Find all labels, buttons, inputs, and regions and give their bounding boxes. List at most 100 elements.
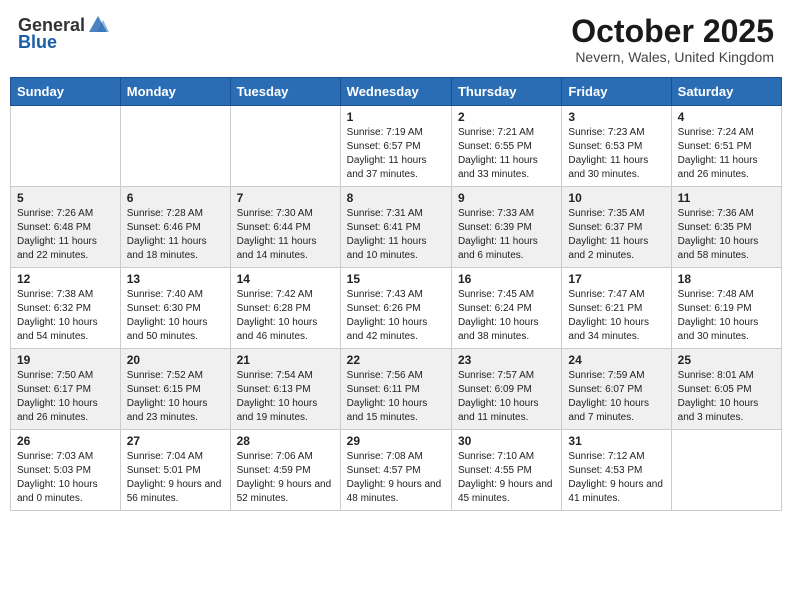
day-info: Sunrise: 7:35 AM Sunset: 6:37 PM Dayligh… xyxy=(568,207,664,263)
calendar-day-22: 22 Sunrise: 7:56 AM Sunset: 6:11 PM Dayli… xyxy=(340,349,451,430)
day-info: Sunrise: 7:21 AM Sunset: 6:55 PM Dayligh… xyxy=(458,126,555,182)
calendar-day-10: 10Sunrise: 7:35 AM Sunset: 6:37 PM Dayli… xyxy=(562,187,671,268)
day-info: Sunrise: 7:12 AM Sunset: 4:53 PM Dayligh… xyxy=(568,450,664,506)
day-number: 21 xyxy=(237,353,334,367)
calendar-day-31: 31 Sunrise: 7:12 AM Sunset: 4:53 PM Dayli… xyxy=(562,430,671,511)
day-info: Sunrise: 7:26 AM Sunset: 6:48 PM Dayligh… xyxy=(17,207,114,263)
col-header-friday: Friday xyxy=(562,78,671,106)
calendar-day-7: 7Sunrise: 7:30 AM Sunset: 6:44 PM Daylig… xyxy=(230,187,340,268)
calendar-day-24: 24 Sunrise: 7:59 AM Sunset: 6:07 PM Dayli… xyxy=(562,349,671,430)
calendar-day-11: 11Sunrise: 7:36 AM Sunset: 6:35 PM Dayli… xyxy=(671,187,781,268)
location: Nevern, Wales, United Kingdom xyxy=(571,49,774,65)
day-number: 9 xyxy=(458,191,555,205)
day-info: Sunrise: 7:10 AM Sunset: 4:55 PM Dayligh… xyxy=(458,450,555,506)
day-number: 4 xyxy=(678,110,775,124)
calendar-day-17: 17 Sunrise: 7:47 AM Sunset: 6:21 PM Dayli… xyxy=(562,268,671,349)
calendar-day-19: 19 Sunrise: 7:50 AM Sunset: 6:17 PM Dayli… xyxy=(11,349,121,430)
calendar-day-2: 2 Sunrise: 7:21 AM Sunset: 6:55 PM Daylig… xyxy=(451,106,561,187)
day-info: Sunrise: 7:56 AM Sunset: 6:11 PM Dayligh… xyxy=(347,369,445,425)
calendar-day-15: 15Sunrise: 7:43 AM Sunset: 6:26 PM Dayli… xyxy=(340,268,451,349)
day-info: Sunrise: 7:45 AM Sunset: 6:24 PM Dayligh… xyxy=(458,288,555,344)
col-header-saturday: Saturday xyxy=(671,78,781,106)
day-number: 5 xyxy=(17,191,114,205)
calendar-week-row: 12Sunrise: 7:38 AM Sunset: 6:32 PM Dayli… xyxy=(11,268,782,349)
page-header: General Blue October 2025 Nevern, Wales,… xyxy=(10,10,782,69)
day-info: Sunrise: 7:50 AM Sunset: 6:17 PM Dayligh… xyxy=(17,369,114,425)
day-info: Sunrise: 7:03 AM Sunset: 5:03 PM Dayligh… xyxy=(17,450,114,506)
day-number: 8 xyxy=(347,191,445,205)
calendar-day-27: 27Sunrise: 7:04 AM Sunset: 5:01 PM Dayli… xyxy=(120,430,230,511)
day-info: Sunrise: 7:52 AM Sunset: 6:15 PM Dayligh… xyxy=(127,369,224,425)
day-number: 3 xyxy=(568,110,664,124)
calendar-day-30: 30 Sunrise: 7:10 AM Sunset: 4:55 PM Dayli… xyxy=(451,430,561,511)
day-info: Sunrise: 7:43 AM Sunset: 6:26 PM Dayligh… xyxy=(347,288,445,344)
day-number: 16 xyxy=(458,272,555,286)
day-info: Sunrise: 7:23 AM Sunset: 6:53 PM Dayligh… xyxy=(568,126,664,182)
calendar-day-23: 23Sunrise: 7:57 AM Sunset: 6:09 PM Dayli… xyxy=(451,349,561,430)
calendar-day-13: 13 Sunrise: 7:40 AM Sunset: 6:30 PM Dayli… xyxy=(120,268,230,349)
calendar-day-21: 21Sunrise: 7:54 AM Sunset: 6:13 PM Dayli… xyxy=(230,349,340,430)
calendar-day-4: 4 Sunrise: 7:24 AM Sunset: 6:51 PM Daylig… xyxy=(671,106,781,187)
day-number: 22 xyxy=(347,353,445,367)
day-number: 6 xyxy=(127,191,224,205)
col-header-monday: Monday xyxy=(120,78,230,106)
calendar-day-16: 16 Sunrise: 7:45 AM Sunset: 6:24 PM Dayli… xyxy=(451,268,561,349)
calendar-day-9: 9 Sunrise: 7:33 AM Sunset: 6:39 PM Daylig… xyxy=(451,187,561,268)
calendar-day-8: 8 Sunrise: 7:31 AM Sunset: 6:41 PM Daylig… xyxy=(340,187,451,268)
calendar-empty-cell xyxy=(671,430,781,511)
calendar-header-row: SundayMondayTuesdayWednesdayThursdayFrid… xyxy=(11,78,782,106)
col-header-wednesday: Wednesday xyxy=(340,78,451,106)
day-number: 20 xyxy=(127,353,224,367)
day-info: Sunrise: 7:48 AM Sunset: 6:19 PM Dayligh… xyxy=(678,288,775,344)
calendar-day-1: 1 Sunrise: 7:19 AM Sunset: 6:57 PM Daylig… xyxy=(340,106,451,187)
calendar-empty-cell xyxy=(230,106,340,187)
day-number: 31 xyxy=(568,434,664,448)
day-info: Sunrise: 7:40 AM Sunset: 6:30 PM Dayligh… xyxy=(127,288,224,344)
logo: General Blue xyxy=(18,14,109,53)
col-header-thursday: Thursday xyxy=(451,78,561,106)
calendar-day-12: 12Sunrise: 7:38 AM Sunset: 6:32 PM Dayli… xyxy=(11,268,121,349)
day-number: 19 xyxy=(17,353,114,367)
day-number: 26 xyxy=(17,434,114,448)
day-number: 18 xyxy=(678,272,775,286)
day-info: Sunrise: 7:42 AM Sunset: 6:28 PM Dayligh… xyxy=(237,288,334,344)
calendar-week-row: 1 Sunrise: 7:19 AM Sunset: 6:57 PM Daylig… xyxy=(11,106,782,187)
day-number: 12 xyxy=(17,272,114,286)
calendar-empty-cell xyxy=(11,106,121,187)
day-number: 14 xyxy=(237,272,334,286)
calendar-day-28: 28Sunrise: 7:06 AM Sunset: 4:59 PM Dayli… xyxy=(230,430,340,511)
calendar-day-3: 3 Sunrise: 7:23 AM Sunset: 6:53 PM Daylig… xyxy=(562,106,671,187)
calendar-week-row: 5 Sunrise: 7:26 AM Sunset: 6:48 PM Daylig… xyxy=(11,187,782,268)
calendar-day-18: 18 Sunrise: 7:48 AM Sunset: 6:19 PM Dayli… xyxy=(671,268,781,349)
day-number: 23 xyxy=(458,353,555,367)
day-info: Sunrise: 7:24 AM Sunset: 6:51 PM Dayligh… xyxy=(678,126,775,182)
day-number: 24 xyxy=(568,353,664,367)
day-number: 25 xyxy=(678,353,775,367)
day-info: Sunrise: 7:31 AM Sunset: 6:41 PM Dayligh… xyxy=(347,207,445,263)
day-number: 13 xyxy=(127,272,224,286)
day-info: Sunrise: 7:08 AM Sunset: 4:57 PM Dayligh… xyxy=(347,450,445,506)
day-info: Sunrise: 7:19 AM Sunset: 6:57 PM Dayligh… xyxy=(347,126,445,182)
day-info: Sunrise: 7:06 AM Sunset: 4:59 PM Dayligh… xyxy=(237,450,334,506)
month-title: October 2025 xyxy=(571,14,774,49)
calendar-empty-cell xyxy=(120,106,230,187)
calendar-table: SundayMondayTuesdayWednesdayThursdayFrid… xyxy=(10,77,782,511)
calendar-day-26: 26 Sunrise: 7:03 AM Sunset: 5:03 PM Dayli… xyxy=(11,430,121,511)
calendar-day-5: 5 Sunrise: 7:26 AM Sunset: 6:48 PM Daylig… xyxy=(11,187,121,268)
day-info: Sunrise: 7:30 AM Sunset: 6:44 PM Dayligh… xyxy=(237,207,334,263)
day-number: 2 xyxy=(458,110,555,124)
day-info: Sunrise: 7:47 AM Sunset: 6:21 PM Dayligh… xyxy=(568,288,664,344)
calendar-week-row: 19 Sunrise: 7:50 AM Sunset: 6:17 PM Dayli… xyxy=(11,349,782,430)
day-number: 30 xyxy=(458,434,555,448)
day-info: Sunrise: 7:59 AM Sunset: 6:07 PM Dayligh… xyxy=(568,369,664,425)
day-info: Sunrise: 7:33 AM Sunset: 6:39 PM Dayligh… xyxy=(458,207,555,263)
day-number: 1 xyxy=(347,110,445,124)
title-block: October 2025 Nevern, Wales, United Kingd… xyxy=(571,14,774,65)
col-header-sunday: Sunday xyxy=(11,78,121,106)
logo-blue: Blue xyxy=(18,32,57,53)
col-header-tuesday: Tuesday xyxy=(230,78,340,106)
calendar-day-29: 29Sunrise: 7:08 AM Sunset: 4:57 PM Dayli… xyxy=(340,430,451,511)
day-number: 17 xyxy=(568,272,664,286)
logo-icon xyxy=(87,14,109,36)
calendar-day-20: 20 Sunrise: 7:52 AM Sunset: 6:15 PM Dayli… xyxy=(120,349,230,430)
